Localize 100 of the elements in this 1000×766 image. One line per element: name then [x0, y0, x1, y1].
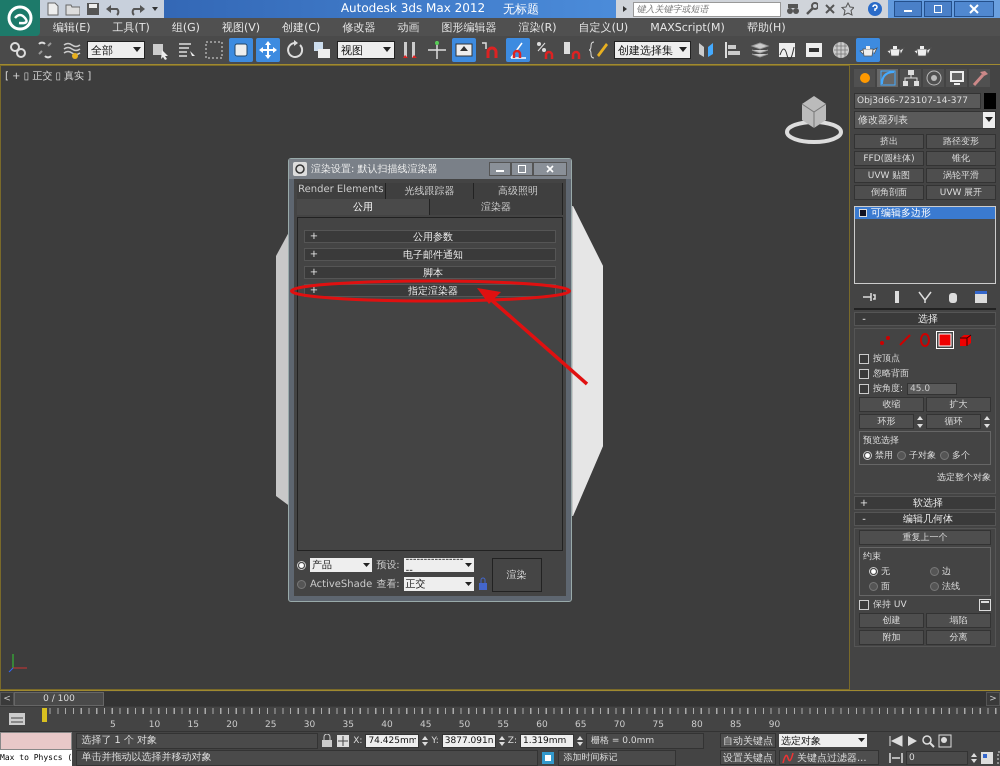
modifier-button[interactable]: 锥化 [926, 151, 996, 166]
bar-icon[interactable] [892, 290, 902, 304]
preset-dropdown[interactable]: ------------------ [404, 558, 474, 572]
curve-editor-icon[interactable] [8, 712, 26, 726]
view-dropdown[interactable]: 正交 [404, 577, 474, 591]
current-frame-field[interactable]: 0 [906, 750, 968, 764]
checkbox[interactable] [859, 368, 869, 378]
geometry-button[interactable]: 附加 [859, 630, 924, 645]
next-frame-button[interactable]: > [986, 692, 1000, 706]
previous-frame-button[interactable]: < [0, 692, 14, 706]
spinner-arrows-icon[interactable] [971, 752, 977, 764]
toolbar-dropdown[interactable]: 视图 [337, 41, 395, 59]
teapot-icon[interactable] [856, 38, 880, 62]
dialog-tab[interactable]: 高级照明 [474, 183, 564, 199]
configure-icon[interactable] [974, 290, 988, 304]
modifier-button[interactable]: 涡轮平滑 [926, 168, 996, 183]
command-panel-tab[interactable] [946, 69, 967, 87]
minimize-button[interactable] [489, 162, 511, 176]
rollout-header[interactable]: - 编辑几何体 [854, 512, 996, 526]
play-back-icon[interactable] [889, 734, 903, 746]
radio-button[interactable] [930, 582, 939, 591]
menu-item[interactable]: 图形编辑器 [430, 20, 508, 34]
radio-button[interactable] [897, 451, 906, 460]
time-tag-icon[interactable] [541, 750, 556, 764]
selection-button[interactable]: 环形 [859, 414, 914, 429]
time-config-icon[interactable] [980, 750, 994, 764]
key-mode-icon[interactable] [889, 752, 903, 764]
app-menu-button[interactable] [0, 0, 40, 36]
menu-item[interactable]: 组(G) [160, 20, 211, 34]
maximize-button[interactable] [511, 162, 533, 176]
geometry-button[interactable]: 分离 [926, 630, 991, 645]
star-icon[interactable] [840, 2, 854, 16]
geometry-button[interactable]: 塌陷 [926, 613, 991, 628]
spinner-arrows-icon[interactable] [422, 734, 428, 746]
z-coordinate-field[interactable]: 1.319mm [520, 734, 574, 748]
command-panel-tab[interactable] [969, 69, 990, 87]
spinner-arrows-icon[interactable] [577, 734, 583, 746]
x-coordinate-field[interactable]: 74.425mm [365, 734, 420, 748]
rollout-header[interactable]: + 脚本 [304, 266, 556, 279]
dialog-tab[interactable]: 渲染器 [430, 199, 563, 215]
menu-item[interactable]: 修改器 [331, 20, 386, 34]
menu-item[interactable]: 视图(V) [210, 20, 272, 34]
radio-button[interactable] [297, 560, 306, 570]
new-file-icon[interactable] [46, 2, 60, 16]
radio-button[interactable] [869, 567, 878, 576]
modifier-list-dropdown[interactable]: 修改器列表 [854, 111, 996, 129]
checkbox[interactable] [859, 600, 869, 610]
rollout-header[interactable]: + 电子邮件通知 [304, 248, 556, 261]
can-icon[interactable] [948, 290, 958, 304]
toolbar-dropdown[interactable]: 创建选择集 [614, 41, 691, 59]
spinner-arrows-icon[interactable] [983, 414, 991, 428]
command-panel-tab[interactable] [854, 69, 875, 87]
crosshair-icon[interactable] [425, 38, 449, 62]
pin-icon[interactable] [862, 291, 876, 303]
stack-item[interactable]: 可编辑多边形 [855, 207, 995, 219]
selection-button[interactable]: 扩大 [926, 397, 991, 412]
menu-item[interactable]: 帮助(H) [736, 20, 797, 34]
zoom-icon[interactable] [921, 734, 935, 748]
fork-icon[interactable] [918, 290, 932, 304]
viewport-label[interactable]: [ + ▯ 正交 ▯ 真实 ] [5, 69, 92, 83]
rollout-header[interactable]: + 软选择 [854, 496, 996, 510]
modifier-button[interactable]: FFD(圆柱体) [854, 151, 924, 166]
play-icon[interactable] [906, 734, 918, 746]
checkbox[interactable] [859, 384, 869, 394]
y-coordinate-field[interactable]: 3877.091n [442, 734, 496, 748]
square-icon[interactable] [937, 332, 953, 348]
cube-icon[interactable] [957, 332, 973, 348]
menu-item[interactable]: MAXScript(M) [639, 20, 736, 34]
selection-button[interactable]: 循环 [926, 414, 981, 429]
toolbar-dropdown[interactable]: 全部 [87, 41, 145, 59]
selection-button[interactable]: 收缩 [859, 397, 924, 412]
dialog-tab[interactable]: Render Elements [297, 183, 386, 199]
repeat-last-button[interactable]: 重复上一个 [859, 530, 991, 545]
wrench-icon[interactable] [804, 2, 818, 16]
maximize-button[interactable] [924, 1, 952, 17]
mode-dropdown[interactable]: 产品 [310, 558, 372, 572]
help-icon[interactable] [866, 1, 882, 17]
time-slider-thumb[interactable]: 0 / 100 [14, 692, 104, 706]
angle-magnet-icon[interactable] [506, 38, 530, 62]
settings-icon[interactable] [979, 598, 991, 610]
zoom-all-icon[interactable] [938, 734, 952, 748]
spinner-arrows-icon[interactable] [498, 734, 505, 746]
menu-item[interactable]: 动画 [386, 20, 430, 34]
caret-icon[interactable] [622, 5, 628, 13]
minimize-button[interactable] [894, 1, 922, 17]
dialog-tab[interactable]: 光线跟踪器 [386, 183, 474, 199]
modifier-button[interactable]: 路径变形 [926, 134, 996, 149]
radio-button[interactable] [940, 451, 949, 460]
modifier-button[interactable]: UVW 贴图 [854, 168, 924, 183]
color-swatch[interactable] [984, 93, 996, 109]
save-icon[interactable] [86, 2, 99, 16]
search-field[interactable]: 键入关键字或短语 [632, 2, 782, 16]
radio-button[interactable] [297, 580, 306, 588]
close-button[interactable] [533, 162, 567, 176]
auto-key-button[interactable]: 自动关键点 [720, 733, 776, 748]
menu-item[interactable]: 编辑(E) [42, 20, 102, 34]
lock-icon[interactable] [321, 734, 334, 748]
modifier-button[interactable]: 倒角剖面 [854, 185, 924, 200]
absolute-mode-icon[interactable] [336, 734, 350, 748]
command-panel-tab[interactable] [923, 69, 944, 87]
